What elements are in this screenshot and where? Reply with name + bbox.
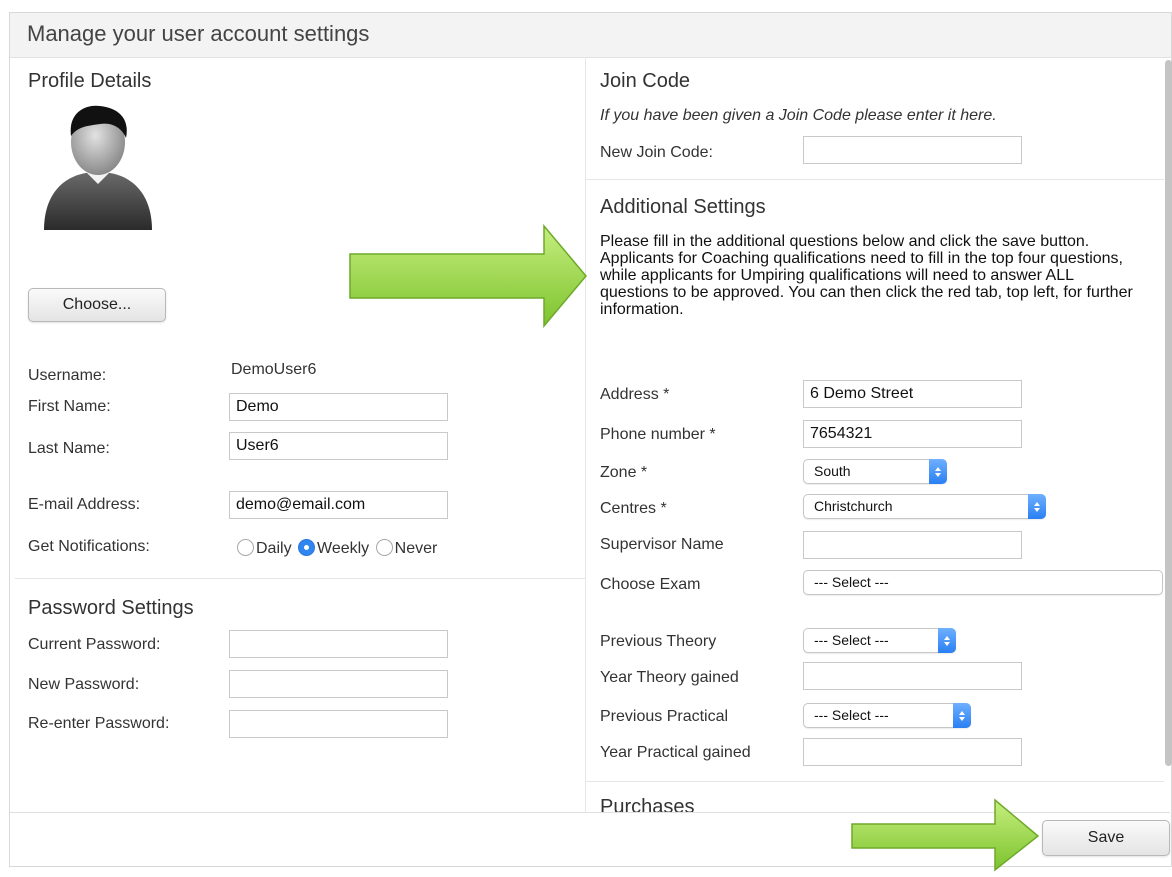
join-code-hint: If you have been given a Join Code pleas… — [600, 107, 997, 124]
address-label: Address * — [600, 386, 670, 403]
address-field[interactable]: 6 Demo Street — [803, 380, 1022, 408]
notifications-label: Get Notifications: — [28, 538, 150, 555]
radio-daily-circle[interactable] — [237, 539, 254, 556]
new-password-label: New Password: — [28, 676, 140, 693]
chevron-updown-icon — [938, 628, 956, 653]
new-password-field[interactable] — [229, 670, 448, 698]
supervisor-label: Supervisor Name — [600, 536, 724, 553]
current-password-label: Current Password: — [28, 636, 161, 653]
radio-daily-label[interactable]: Daily — [256, 540, 292, 557]
last-name-label: Last Name: — [28, 440, 110, 457]
centres-select[interactable]: Christchurch — [803, 494, 1046, 519]
reenter-password-label: Re-enter Password: — [28, 715, 170, 732]
supervisor-field[interactable] — [803, 531, 1022, 559]
exam-select[interactable]: --- Select --- — [803, 570, 1163, 595]
password-heading: Password Settings — [28, 597, 194, 619]
year-practical-label: Year Practical gained — [600, 744, 751, 761]
join-code-label: New Join Code: — [600, 144, 713, 161]
join-code-field[interactable] — [803, 136, 1022, 164]
centres-label: Centres * — [600, 500, 667, 517]
current-password-field[interactable] — [229, 630, 448, 658]
purchases-heading: Purchases — [600, 796, 695, 812]
arrow-right-icon — [851, 798, 1040, 872]
additional-settings-heading: Additional Settings — [600, 196, 766, 218]
first-name-label: First Name: — [28, 398, 111, 415]
additional-divider — [586, 781, 1164, 782]
profile-heading: Profile Details — [28, 70, 152, 92]
radio-weekly-circle[interactable] — [298, 539, 316, 556]
annotation-arrow-save — [850, 798, 1040, 872]
purchases-heading-clip: Purchases — [600, 796, 800, 812]
zone-label: Zone * — [600, 464, 648, 481]
first-name-field[interactable]: Demo — [229, 393, 448, 421]
centres-select-value: Christchurch — [814, 498, 893, 514]
dialog-title-bar: Manage your user account settings — [10, 13, 1171, 58]
arrow-right-icon — [349, 223, 587, 329]
phone-field[interactable]: 7654321 — [803, 420, 1022, 448]
save-button[interactable]: Save — [1042, 820, 1170, 856]
email-label: E-mail Address: — [28, 496, 141, 513]
column-divider — [585, 57, 586, 812]
username-value: DemoUser6 — [231, 361, 317, 378]
email-field[interactable]: demo@email.com — [229, 491, 448, 519]
zone-select[interactable]: South — [803, 459, 947, 484]
radio-weekly[interactable]: Weekly — [298, 539, 371, 557]
section-divider — [15, 578, 585, 579]
radio-never-circle[interactable] — [375, 539, 393, 556]
zone-select-value: South — [814, 463, 851, 479]
additional-instructions: Please fill in the additional questions … — [600, 233, 1133, 318]
year-theory-label: Year Theory gained — [600, 669, 739, 686]
last-name-field[interactable]: User6 — [229, 432, 448, 460]
user-silhouette-icon — [44, 105, 152, 230]
choose-avatar-button[interactable]: Choose... — [28, 288, 166, 322]
reenter-password-field[interactable] — [229, 710, 448, 738]
radio-weekly-label[interactable]: Weekly — [317, 540, 369, 557]
radio-never-label[interactable]: Never — [395, 540, 438, 557]
chevron-updown-icon — [1028, 494, 1046, 519]
join-code-heading: Join Code — [600, 70, 691, 92]
previous-practical-select[interactable]: --- Select --- — [803, 703, 971, 728]
year-theory-field[interactable] — [803, 662, 1022, 690]
previous-theory-label: Previous Theory — [600, 633, 717, 650]
chevron-updown-icon — [953, 703, 971, 728]
exam-select-value: --- Select --- — [814, 574, 889, 590]
scrollbar-thumb[interactable] — [1165, 60, 1172, 766]
notifications-radio-group: Daily Weekly Never — [237, 539, 439, 558]
avatar — [38, 100, 158, 235]
previous-theory-select[interactable]: --- Select --- — [803, 628, 956, 653]
radio-daily[interactable]: Daily — [237, 539, 294, 557]
annotation-arrow-right — [348, 223, 588, 329]
radio-never[interactable]: Never — [375, 539, 440, 557]
exam-label: Choose Exam — [600, 576, 701, 593]
username-label: Username: — [28, 367, 107, 384]
previous-practical-value: --- Select --- — [814, 707, 889, 723]
dialog-title: Manage your user account settings — [27, 21, 370, 46]
chevron-updown-icon — [929, 459, 947, 484]
previous-theory-value: --- Select --- — [814, 632, 889, 648]
previous-practical-label: Previous Practical — [600, 708, 729, 725]
year-practical-field[interactable] — [803, 738, 1022, 766]
join-code-divider — [586, 179, 1164, 180]
phone-label: Phone number * — [600, 426, 716, 443]
